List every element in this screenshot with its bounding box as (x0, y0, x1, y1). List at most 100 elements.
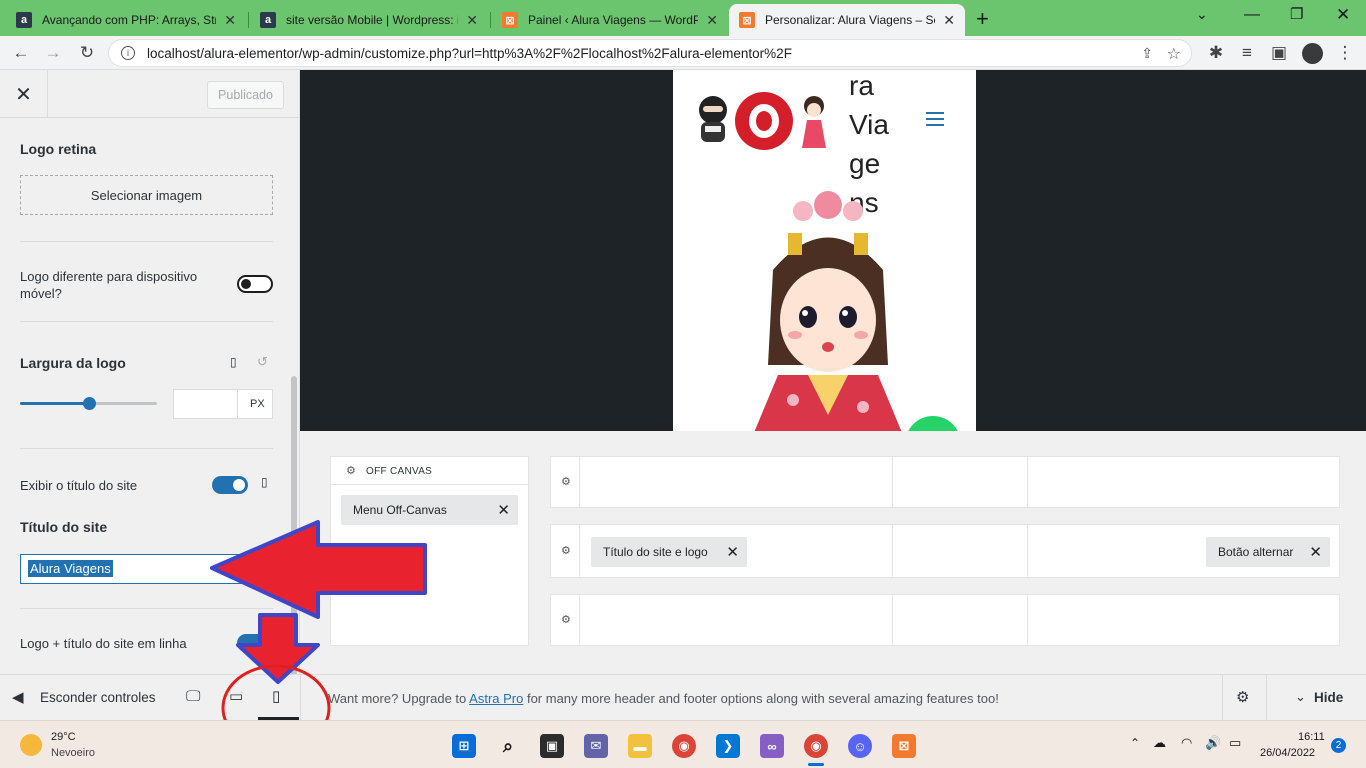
clock-date[interactable]: 26/04/2022 (1260, 747, 1315, 759)
chrome-profile-icon[interactable]: ◉ (804, 734, 828, 758)
menu-off-canvas-chip[interactable]: Menu Off-Canvas ✕ (341, 495, 518, 525)
close-window-icon[interactable]: ✕ (1336, 5, 1350, 25)
tab-title: Avançando com PHP: Arrays, Strin (42, 13, 217, 27)
divider (1027, 525, 1028, 577)
volume-icon[interactable]: 🔊 (1205, 735, 1221, 751)
browser-tab[interactable]: ⊠ Painel ‹ Alura Viagens — WordPre ✕ (492, 4, 728, 36)
extensions-icon[interactable]: ✱ (1205, 42, 1227, 64)
close-tab-icon[interactable]: ✕ (943, 12, 955, 29)
restore-icon[interactable]: ❐ (1290, 5, 1303, 23)
close-customizer-icon[interactable]: ✕ (0, 70, 48, 118)
logo-width-heading: Largura da logo (20, 355, 126, 371)
reload-icon[interactable]: ↻ (76, 42, 98, 64)
gear-icon[interactable]: ⚙ (561, 613, 571, 626)
upgrade-text: Want more? Upgrade to (328, 691, 470, 706)
logo-retina-heading: Logo retina (20, 141, 97, 157)
mobile-preview-icon[interactable]: ▯ (272, 687, 280, 705)
back-icon[interactable]: ← (10, 42, 32, 64)
remove-icon[interactable]: ✕ (497, 501, 510, 519)
profile-avatar[interactable] (1302, 43, 1323, 64)
file-explorer-icon[interactable]: ▬ (628, 734, 652, 758)
divider (20, 608, 273, 609)
divider (1266, 675, 1267, 721)
off-canvas-title: OFF CANVAS (366, 466, 433, 477)
active-app-indicator (808, 763, 824, 766)
logo-width-input[interactable]: PX (173, 389, 273, 419)
tablet-preview-icon[interactable]: ▭ (229, 687, 243, 705)
gear-icon[interactable]: ⚙ (1236, 688, 1249, 706)
tab-title: site versão Mobile | Wordpress: in (286, 13, 459, 27)
clock-time[interactable]: 16:11 (1298, 731, 1325, 743)
discord-icon[interactable]: ☺ (848, 734, 872, 758)
mobile-device-icon[interactable]: ▯ (230, 355, 237, 369)
collapse-icon[interactable]: ◀ (12, 688, 24, 706)
minimize-icon[interactable]: — (1244, 6, 1260, 24)
browser-tab[interactable]: a Avançando com PHP: Arrays, Strin ✕ (6, 4, 246, 36)
divider (1027, 595, 1028, 645)
star-icon[interactable]: ☆ (1167, 44, 1181, 64)
builder-row-primary: ⚙ Título do site e logo ✕ Botão alternar… (550, 524, 1340, 578)
visual-studio-icon[interactable]: ∞ (760, 734, 784, 758)
site-title-value: Alura Viagens (28, 560, 113, 577)
browser-tab[interactable]: a site versão Mobile | Wordpress: in ✕ (250, 4, 488, 36)
slider-handle[interactable] (82, 397, 96, 410)
battery-icon[interactable]: ▭ (1229, 735, 1241, 751)
forward-icon[interactable]: → (42, 42, 64, 64)
reset-icon[interactable]: ↺ (257, 354, 268, 370)
customizer-footer: ◀ Esconder controles 🖵 ▭ ▯ Want more? Up… (0, 674, 1366, 721)
close-tab-icon[interactable]: ✕ (466, 12, 478, 29)
published-button[interactable]: Publicado (207, 81, 284, 109)
site-title-input[interactable]: Alura Viagens (20, 554, 273, 584)
close-tab-icon[interactable]: ✕ (224, 12, 236, 29)
astra-pro-link[interactable]: Astra Pro (469, 691, 523, 706)
gear-icon[interactable]: ⚙ (561, 544, 571, 557)
side-panel-icon[interactable]: ▣ (1268, 42, 1290, 64)
hamburger-menu-icon[interactable] (926, 112, 944, 126)
notification-badge[interactable]: 2 (1331, 738, 1346, 753)
desktop-preview-icon[interactable]: 🖵 (186, 688, 200, 705)
gear-icon[interactable]: ⚙ (561, 475, 571, 488)
chrome-icon[interactable]: ◉ (672, 734, 696, 758)
windows-start-icon[interactable]: ⊞ (452, 734, 476, 758)
alura-icon: a (16, 12, 32, 28)
remove-icon[interactable]: ✕ (726, 543, 739, 561)
wifi-icon[interactable]: ◠ (1181, 735, 1192, 751)
alura-logo (735, 92, 793, 150)
vscode-icon[interactable]: ❯ (716, 734, 740, 758)
divider (237, 390, 238, 418)
mobile-logo-label: Logo diferente para dispositivo móvel? (20, 269, 198, 301)
tab-search-icon[interactable]: ⌄ (1196, 6, 1208, 23)
show-title-toggle[interactable] (212, 476, 248, 494)
chevron-down-icon[interactable]: ⌄ (1295, 689, 1306, 705)
address-bar[interactable]: i localhost/alura-elementor/wp-admin/cus… (108, 39, 1192, 67)
close-tab-icon[interactable]: ✕ (706, 12, 718, 29)
info-icon[interactable]: i (121, 46, 135, 60)
site-title-logo-chip[interactable]: Título do site e logo ✕ (591, 537, 747, 567)
chat-icon[interactable]: ✉ (584, 734, 608, 758)
browser-toolbar: ← → ↻ i localhost/alura-elementor/wp-adm… (0, 36, 1366, 70)
task-view-icon[interactable]: ▣ (540, 734, 564, 758)
xampp-icon[interactable]: ⊠ (892, 734, 916, 758)
mobile-logo-toggle[interactable] (237, 275, 273, 293)
cloud-icon[interactable]: ☁ (1153, 735, 1166, 751)
toggle-button-chip[interactable]: Botão alternar ✕ (1206, 537, 1330, 567)
chevron-up-icon[interactable]: ⌃ (1130, 736, 1140, 750)
new-tab-icon[interactable]: + (976, 6, 989, 32)
hide-builder-button[interactable]: Hide (1314, 690, 1343, 705)
logo-width-slider[interactable] (20, 397, 157, 410)
gear-icon[interactable]: ⚙ (346, 464, 356, 477)
search-icon[interactable]: ⌕ (496, 734, 520, 758)
weather-icon[interactable] (20, 734, 42, 756)
remove-icon[interactable]: ✕ (1309, 543, 1322, 561)
menu-icon[interactable]: ⋮ (1334, 42, 1356, 64)
windows-taskbar: 29°C Nevoeiro ⊞ ⌕ ▣ ✉ ▬ ◉ ❯ ∞ ◉ ☺ ⊠ ⌃ ☁ … (0, 720, 1366, 768)
hide-controls-label[interactable]: Esconder controles (40, 690, 156, 705)
alura-logo-mark (749, 104, 779, 138)
inline-toggle[interactable] (237, 634, 273, 652)
weather-text: Nevoeiro (51, 747, 96, 759)
sidebar-scrollbar[interactable] (291, 376, 297, 674)
select-image-button[interactable]: Selecionar imagem (20, 175, 273, 215)
browser-tab-active[interactable]: ⊠ Personalizar: Alura Viagens – Só u ✕ (729, 4, 965, 36)
share-icon[interactable]: ⇪ (1141, 45, 1153, 62)
media-icon[interactable]: ≡ (1236, 42, 1258, 64)
